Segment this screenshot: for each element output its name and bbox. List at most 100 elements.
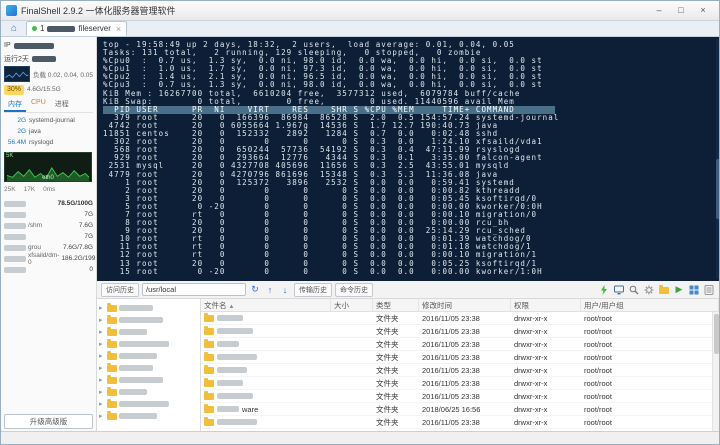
file-table-scrollbar-thumb[interactable] [714, 314, 719, 354]
process-list-item[interactable]: 2G systemd-journal [4, 115, 93, 126]
terminal-scrollbar-thumb[interactable] [716, 159, 720, 219]
terminal-line: Tasks: 131 total, 2 running, 129 sleepin… [103, 49, 720, 57]
process-list-item[interactable]: 2G java [4, 126, 93, 137]
redacted-folder-name [119, 377, 163, 383]
file-perm: drwxr-xr-x [511, 390, 581, 402]
tree-item[interactable]: ▸ [99, 374, 198, 386]
tree-item[interactable]: ▸ [99, 398, 198, 410]
terminal-process-line: 3 root 20 0 0 0 0 S 0.0 0.0 0:05.45 ksof… [103, 195, 720, 203]
expand-arrow-icon[interactable]: ▸ [99, 412, 105, 420]
file-row[interactable]: 文件夹 2016/11/05 23:38 drwxr-xr-x root/roo… [201, 325, 719, 338]
column-mtime[interactable]: 修改时间 [419, 299, 511, 311]
download-icon[interactable]: ↓ [279, 284, 291, 296]
column-size[interactable]: 大小 [331, 299, 373, 311]
file-row[interactable]: 文件夹 2016/11/05 23:38 drwxr-xr-x root/roo… [201, 390, 719, 403]
home-tab[interactable]: ⌂ [4, 22, 24, 36]
file-perm: drwxr-xr-x [511, 351, 581, 363]
redacted-filename [217, 393, 253, 399]
terminal-line: %Cpu1 : 1.0 us, 1.7 sy, 0.0 ni, 97.3 id,… [103, 65, 720, 73]
minimize-button[interactable]: – [648, 3, 670, 19]
folder-icon[interactable] [658, 284, 670, 296]
file-row[interactable]: 文件夹 2016/11/05 23:38 drwxr-xr-x root/roo… [201, 364, 719, 377]
file-owner: root/root [581, 312, 719, 324]
search-icon[interactable] [628, 284, 640, 296]
sidebar-tab[interactable]: 进程 [51, 98, 73, 112]
visit-history-button[interactable]: 访问历史 [101, 283, 139, 297]
folder-icon [107, 365, 117, 372]
expand-arrow-icon[interactable]: ▸ [99, 304, 105, 312]
file-row[interactable]: 文件夹 2016/11/05 23:38 drwxr-xr-x root/roo… [201, 338, 719, 351]
expand-arrow-icon[interactable]: ▸ [99, 388, 105, 396]
folder-icon [107, 329, 117, 336]
file-type: 文件夹 [373, 403, 419, 415]
maximize-button[interactable]: □ [670, 3, 692, 19]
column-owner[interactable]: 用户/用户组 [581, 299, 719, 311]
transfer-history-button[interactable]: 传输历史 [294, 283, 332, 297]
tab-close-icon[interactable]: × [116, 24, 121, 34]
tree-item[interactable]: ▸ [99, 314, 198, 326]
file-type: 文件夹 [373, 390, 419, 402]
path-input[interactable]: /usr/local [142, 283, 246, 296]
expand-arrow-icon[interactable]: ▸ [99, 340, 105, 348]
file-name-cell [201, 390, 331, 402]
file-row[interactable]: ware 文件夹 2018/06/25 16:56 drwxr-xr-x roo… [201, 403, 719, 416]
network-graph: 5K eth0 [4, 152, 92, 182]
expand-arrow-icon[interactable]: ▸ [99, 316, 105, 324]
finalshell-window: FinalShell 2.9.2 一体化服务器管理软件 – □ × ⌂ 1 fi… [0, 0, 720, 445]
file-row[interactable]: 文件夹 2016/11/05 23:38 drwxr-xr-x root/roo… [201, 377, 719, 390]
terminal-scrollbar[interactable] [716, 39, 720, 279]
expand-arrow-icon[interactable]: ▸ [99, 352, 105, 360]
tab-fileserver[interactable]: 1 fileserver × [26, 21, 127, 36]
process-list-item[interactable]: 56.4M rsyslogd [4, 137, 93, 148]
expand-arrow-icon[interactable]: ▸ [99, 364, 105, 372]
folder-icon [107, 377, 117, 384]
disk-size-label: 7.6G [79, 222, 93, 229]
tree-item[interactable]: ▸ [99, 302, 198, 314]
expand-arrow-icon[interactable]: ▸ [99, 376, 105, 384]
file-manager-toolbar: 访问历史 /usr/local ↻ ↑ ↓ 传输历史 命令历史 ▶ [97, 281, 719, 299]
file-owner: root/root [581, 364, 719, 376]
command-history-button[interactable]: 命令历史 [335, 283, 373, 297]
refresh-icon[interactable]: ↻ [249, 284, 261, 296]
upgrade-button[interactable]: 升级高级版 [4, 414, 93, 429]
disk-item: xfsaild/dm-0 186.2G/199.9G [4, 253, 93, 264]
tree-item[interactable]: ▸ [99, 326, 198, 338]
terminal-process-line: 7 root rt 0 0 0 0 S 0.0 0.0 0:00.10 migr… [103, 211, 720, 219]
tree-item[interactable]: ▸ [99, 410, 198, 422]
tree-item[interactable]: ▸ [99, 362, 198, 374]
ip-row: IP [4, 40, 93, 51]
tree-item[interactable]: ▸ [99, 386, 198, 398]
expand-arrow-icon[interactable]: ▸ [99, 400, 105, 408]
expand-arrow-icon[interactable]: ▸ [99, 328, 105, 336]
sidebar-tab[interactable]: 内存 [4, 98, 26, 112]
file-row[interactable]: 文件夹 2016/11/05 23:38 drwxr-xr-x root/roo… [201, 351, 719, 364]
file-row[interactable]: 文件夹 2016/11/05 23:38 drwxr-xr-x root/roo… [201, 312, 719, 325]
column-type[interactable]: 类型 [373, 299, 419, 311]
uptime-row: 运行2天 [4, 53, 93, 64]
file-name-cell [201, 364, 331, 376]
redacted-filename [217, 328, 253, 334]
redacted-mount-name [4, 201, 26, 207]
flash-connect-icon[interactable] [598, 284, 610, 296]
load-row: 负载 0.02, 0.04, 0.05 [4, 66, 93, 82]
file-size [331, 364, 373, 376]
column-perm[interactable]: 权限 [511, 299, 581, 311]
top-table-header: PID USER PR NI VIRT RES SHR S %CPU %MEM … [103, 106, 555, 114]
tree-item[interactable]: ▸ [99, 350, 198, 362]
gear-icon[interactable] [643, 284, 655, 296]
home-icon: ⌂ [11, 23, 17, 34]
monitor-icon[interactable] [613, 284, 625, 296]
column-filename[interactable]: 文件名▲ [201, 299, 331, 311]
grid-icon[interactable] [688, 284, 700, 296]
file-table-scrollbar[interactable] [712, 312, 719, 431]
tree-item[interactable]: ▸ [99, 338, 198, 350]
file-row[interactable]: 文件夹 2016/11/05 23:38 drwxr-xr-x root/roo… [201, 416, 719, 429]
close-button[interactable]: × [692, 3, 714, 19]
upload-icon[interactable]: ↑ [264, 284, 276, 296]
file-name-cell [201, 325, 331, 337]
folder-icon [107, 353, 117, 360]
calculator-icon[interactable] [703, 284, 715, 296]
sidebar-tab[interactable]: CPU [27, 98, 50, 112]
run-icon[interactable]: ▶ [673, 284, 685, 296]
terminal[interactable]: top - 19:58:49 up 2 days, 18:32, 2 users… [97, 37, 720, 281]
